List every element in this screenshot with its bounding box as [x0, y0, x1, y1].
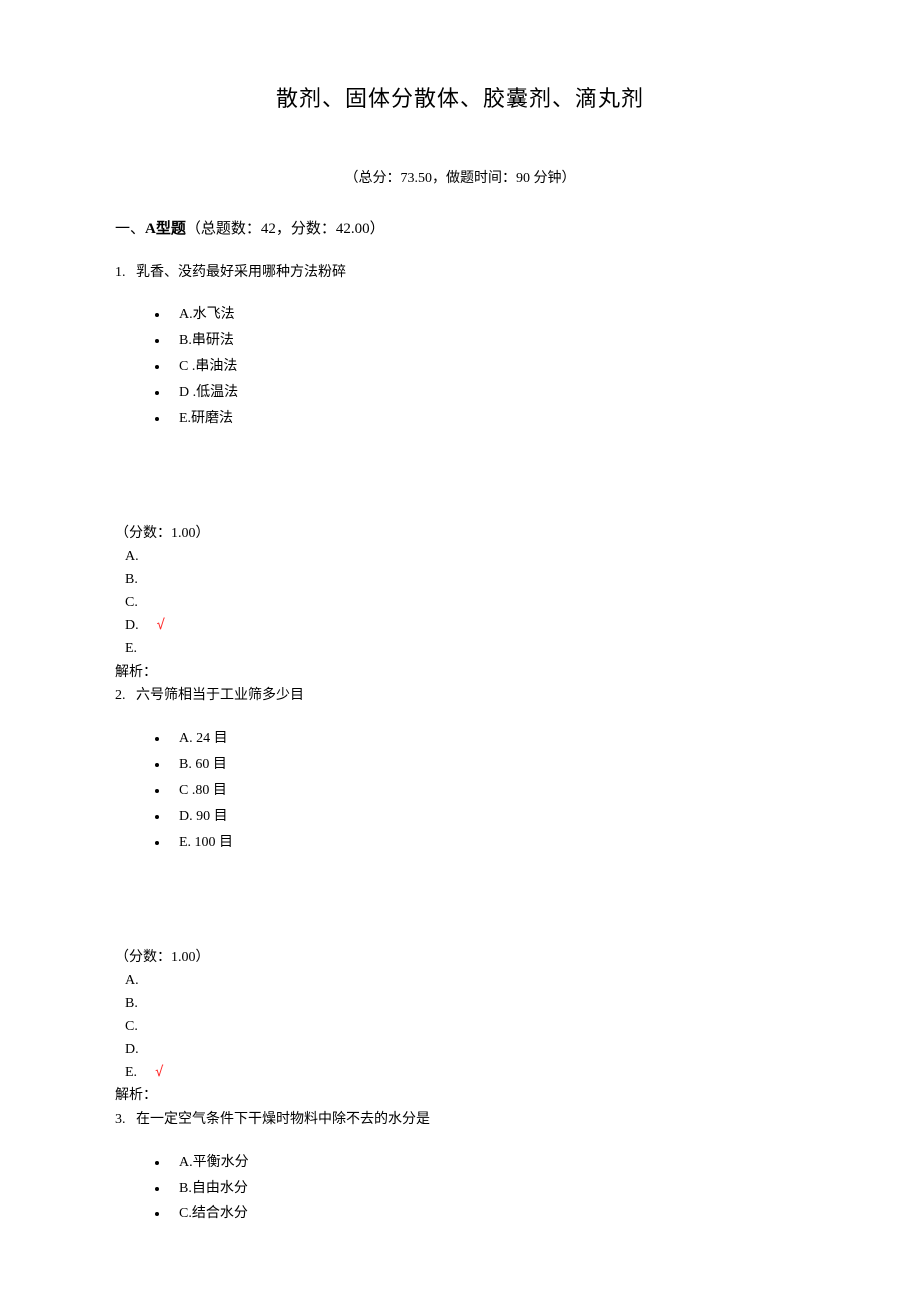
analysis-label: 解析：: [115, 1084, 805, 1108]
score-line: （分数：1.00）: [115, 522, 805, 545]
answer-row: C.: [115, 1015, 805, 1038]
answer-letter: D.: [125, 1042, 139, 1057]
answer-row: E. √: [115, 1061, 805, 1084]
answer-row: C.: [115, 591, 805, 614]
bullet-icon: [155, 815, 159, 819]
options-list: A.水飞法 B.串研法 C .串油法 D .低温法 E.研磨法: [115, 302, 805, 431]
answer-row: D.: [115, 1038, 805, 1061]
section-name: A型题: [145, 221, 186, 237]
option-row: D. 90 目: [155, 804, 805, 830]
analysis-label: 解析：: [115, 661, 805, 685]
option-label: E.研磨法: [179, 406, 233, 432]
bullet-icon: [155, 1212, 159, 1216]
question-stem: 1. 乳香、没药最好采用哪种方法粉碎: [115, 261, 805, 285]
option-row: D .低温法: [155, 380, 805, 406]
answer-row: B.: [115, 568, 805, 591]
answer-row: A.: [115, 545, 805, 568]
options-list: A. 24 目 B. 60 目 C .80 目 D. 90 目 E. 100 目: [115, 726, 805, 855]
option-row: C .串油法: [155, 354, 805, 380]
option-row: C.结合水分: [155, 1201, 805, 1227]
option-label: E. 100 目: [179, 830, 233, 856]
page-container: 散剂、固体分散体、胶囊剂、滴丸剂 （总分：73.50，做题时间：90 分钟） 一…: [0, 0, 920, 1287]
answer-row: D. √: [115, 614, 805, 637]
score-block: （分数：1.00） A. B. C. D. √ E.: [115, 522, 805, 661]
question-stem: 3. 在一定空气条件下干燥时物料中除不去的水分是: [115, 1108, 805, 1132]
answer-row: E.: [115, 637, 805, 660]
bullet-icon: [155, 1187, 159, 1191]
answer-letter: E.: [125, 1065, 137, 1080]
bullet-icon: [155, 313, 159, 317]
section-tail: （总题数：42，分数：42.00）: [186, 221, 385, 237]
bullet-icon: [155, 1161, 159, 1165]
bullet-icon: [155, 763, 159, 767]
correct-mark-icon: √: [155, 1064, 161, 1080]
option-row: B.串研法: [155, 328, 805, 354]
option-row: A.水飞法: [155, 302, 805, 328]
option-label: B.串研法: [179, 328, 234, 354]
question-number: 2.: [115, 688, 126, 703]
answer-row: A.: [115, 969, 805, 992]
correct-mark-icon: √: [157, 617, 163, 633]
option-label: B.自由水分: [179, 1176, 248, 1202]
option-label: D .低温法: [179, 380, 238, 406]
answer-letter: E.: [125, 641, 137, 656]
option-label: C.结合水分: [179, 1201, 248, 1227]
question-text: 乳香、没药最好采用哪种方法粉碎: [136, 265, 346, 280]
option-label: C .串油法: [179, 354, 237, 380]
question-stem: 2. 六号筛相当于工业筛多少目: [115, 684, 805, 708]
option-row: E.研磨法: [155, 406, 805, 432]
options-list: A.平衡水分 B.自由水分 C.结合水分: [115, 1150, 805, 1228]
answer-letter: C.: [125, 595, 138, 610]
section-header: 一、A型题（总题数：42，分数：42.00）: [115, 217, 805, 243]
answer-row: B.: [115, 992, 805, 1015]
answer-letter: C.: [125, 1019, 138, 1034]
option-label: A.水飞法: [179, 302, 235, 328]
option-row: E. 100 目: [155, 830, 805, 856]
answer-letter: B.: [125, 996, 138, 1011]
bullet-icon: [155, 841, 159, 845]
option-row: B.自由水分: [155, 1176, 805, 1202]
bullet-icon: [155, 391, 159, 395]
option-row: A. 24 目: [155, 726, 805, 752]
section-prefix: 一、: [115, 221, 145, 237]
document-subtitle: （总分：73.50，做题时间：90 分钟）: [115, 167, 805, 191]
document-title: 散剂、固体分散体、胶囊剂、滴丸剂: [115, 80, 805, 117]
answer-letter: A.: [125, 549, 139, 564]
bullet-icon: [155, 365, 159, 369]
question-number: 3.: [115, 1112, 126, 1127]
bullet-icon: [155, 339, 159, 343]
option-row: C .80 目: [155, 778, 805, 804]
option-label: D. 90 目: [179, 804, 228, 830]
score-line: （分数：1.00）: [115, 946, 805, 969]
bullet-icon: [155, 789, 159, 793]
option-label: A. 24 目: [179, 726, 228, 752]
option-row: A.平衡水分: [155, 1150, 805, 1176]
answer-letter: A.: [125, 973, 139, 988]
question-text: 在一定空气条件下干燥时物料中除不去的水分是: [136, 1112, 430, 1127]
answer-letter: B.: [125, 572, 138, 587]
option-row: B. 60 目: [155, 752, 805, 778]
question-number: 1.: [115, 265, 126, 280]
option-label: B. 60 目: [179, 752, 227, 778]
score-block: （分数：1.00） A. B. C. D. E. √: [115, 946, 805, 1085]
answer-letter: D.: [125, 618, 139, 633]
bullet-icon: [155, 417, 159, 421]
bullet-icon: [155, 737, 159, 741]
option-label: C .80 目: [179, 778, 227, 804]
option-label: A.平衡水分: [179, 1150, 249, 1176]
question-text: 六号筛相当于工业筛多少目: [136, 688, 304, 703]
